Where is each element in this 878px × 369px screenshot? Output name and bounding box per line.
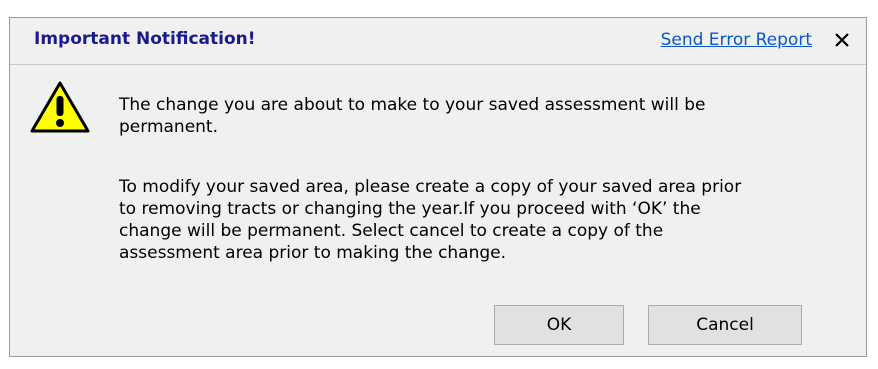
close-icon <box>835 33 849 47</box>
message-secondary: To modify your saved area, please create… <box>119 177 742 263</box>
close-button[interactable] <box>826 24 858 56</box>
message-primary: The change you are about to make to your… <box>119 95 706 137</box>
notification-dialog: Important Notification! Send Error Repor… <box>9 17 867 357</box>
dialog-title: Important Notification! <box>34 29 256 49</box>
dialog-titlebar: Important Notification! Send Error Repor… <box>10 18 866 65</box>
warning-icon <box>30 81 90 133</box>
send-error-report-link[interactable]: Send Error Report <box>661 30 812 50</box>
ok-button[interactable]: OK <box>494 305 624 345</box>
cancel-button[interactable]: Cancel <box>648 305 802 345</box>
